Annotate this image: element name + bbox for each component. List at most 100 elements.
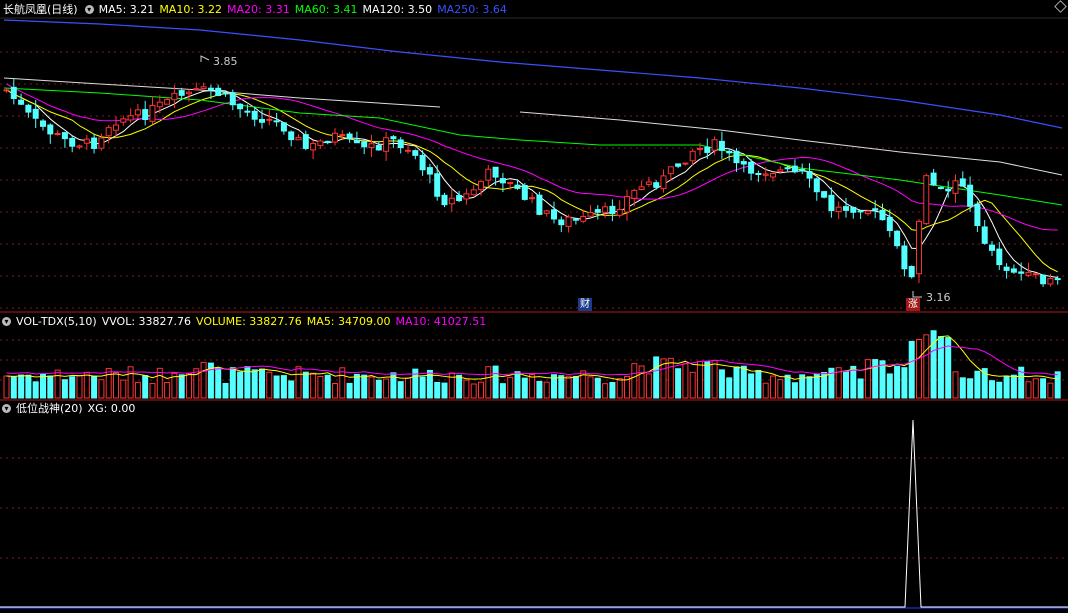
volume-bar[interactable] xyxy=(397,381,404,399)
candle[interactable] xyxy=(10,78,17,105)
volume-bar[interactable] xyxy=(616,378,623,399)
finance-badge[interactable]: 财 xyxy=(578,298,592,311)
candle[interactable] xyxy=(434,165,441,201)
candle[interactable] xyxy=(536,191,543,216)
candle[interactable] xyxy=(551,201,557,224)
volume-bar[interactable] xyxy=(704,360,711,399)
volume-bar[interactable] xyxy=(989,380,995,399)
candle[interactable] xyxy=(441,192,448,208)
candle[interactable] xyxy=(864,210,871,216)
candle[interactable] xyxy=(952,174,959,204)
volume-bar[interactable] xyxy=(857,378,864,399)
candle[interactable] xyxy=(850,206,857,219)
volume-bar[interactable] xyxy=(879,360,886,399)
volume-bar[interactable] xyxy=(485,366,492,399)
candle[interactable] xyxy=(813,177,820,201)
candle[interactable] xyxy=(616,200,623,218)
volume-bar[interactable] xyxy=(215,367,222,399)
candle[interactable] xyxy=(76,144,83,150)
volume-bar[interactable] xyxy=(806,376,813,399)
volume-bar[interactable] xyxy=(288,380,295,399)
volume-bar[interactable] xyxy=(850,365,857,399)
volume-bar[interactable] xyxy=(594,377,601,399)
volume-bar[interactable] xyxy=(733,366,740,399)
volume-bar[interactable] xyxy=(47,375,54,399)
candle[interactable] xyxy=(317,139,324,149)
volume-bar[interactable] xyxy=(120,379,127,399)
candle[interactable] xyxy=(295,134,302,141)
candle[interactable] xyxy=(142,100,149,126)
candle[interactable] xyxy=(609,199,616,222)
volume-bar[interactable] xyxy=(237,371,244,399)
volume-bar[interactable] xyxy=(178,374,185,399)
volume-bar[interactable] xyxy=(638,365,645,399)
candle[interactable] xyxy=(485,164,492,187)
candle[interactable] xyxy=(821,190,828,199)
volume-bar[interactable] xyxy=(54,369,61,399)
candle[interactable] xyxy=(61,131,68,148)
candle[interactable] xyxy=(448,188,455,212)
candle[interactable] xyxy=(974,201,981,232)
volume-bar[interactable] xyxy=(105,368,112,399)
volume-bar[interactable] xyxy=(259,368,265,399)
volume-bar[interactable] xyxy=(383,378,390,399)
candle[interactable] xyxy=(981,220,988,245)
volume-bar[interactable] xyxy=(149,383,156,399)
volume-bar[interactable] xyxy=(631,363,638,399)
candle[interactable] xyxy=(916,219,922,284)
candle[interactable] xyxy=(901,240,908,277)
candle[interactable] xyxy=(572,218,579,225)
volume-bar[interactable] xyxy=(317,375,324,399)
volume-bar[interactable] xyxy=(1054,371,1061,399)
volume-bar[interactable] xyxy=(134,381,141,399)
volume-bar[interactable] xyxy=(186,373,192,399)
candle[interactable] xyxy=(682,162,689,166)
volume-bar[interactable] xyxy=(689,371,696,399)
volume-bar[interactable] xyxy=(711,359,718,399)
candle[interactable] xyxy=(989,240,995,257)
volume-bar[interactable] xyxy=(675,368,682,399)
volume-bar[interactable] xyxy=(324,374,331,399)
volume-bar[interactable] xyxy=(266,371,273,399)
volume-bar[interactable] xyxy=(353,373,360,399)
volume-bar[interactable] xyxy=(514,371,521,399)
volume-bar[interactable] xyxy=(1040,378,1047,399)
candle[interactable] xyxy=(923,173,930,226)
volume-bar[interactable] xyxy=(558,375,565,399)
candle[interactable] xyxy=(543,209,550,217)
volume-bar[interactable] xyxy=(273,375,280,399)
volume-bar[interactable] xyxy=(1010,374,1017,399)
volume-bar[interactable] xyxy=(784,374,791,399)
candle[interactable] xyxy=(492,166,499,186)
candle[interactable] xyxy=(857,210,864,219)
volume-bar[interactable] xyxy=(908,340,915,399)
volume-bar[interactable] xyxy=(405,377,411,399)
volume-bar[interactable] xyxy=(302,371,309,399)
volume-bar[interactable] xyxy=(587,376,594,399)
volume-bar[interactable] xyxy=(470,383,477,399)
volume-bar[interactable] xyxy=(1047,382,1054,399)
candle[interactable] xyxy=(726,148,733,161)
volume-bar[interactable] xyxy=(697,361,703,399)
candle[interactable] xyxy=(1032,273,1039,279)
volume-bar[interactable] xyxy=(91,375,98,399)
volume-bar[interactable] xyxy=(653,356,660,399)
volume-bar[interactable] xyxy=(361,374,368,399)
volume-bar[interactable] xyxy=(295,366,302,399)
candle[interactable] xyxy=(346,131,353,143)
candle[interactable] xyxy=(879,203,886,221)
volume-bar[interactable] xyxy=(456,374,463,399)
volume-bar[interactable] xyxy=(770,375,776,399)
candle[interactable] xyxy=(164,97,171,105)
candle[interactable] xyxy=(594,205,601,220)
candle[interactable] xyxy=(383,131,390,161)
candle[interactable] xyxy=(835,201,842,220)
volume-bar[interactable] xyxy=(10,376,17,399)
volume-bar[interactable] xyxy=(718,369,725,399)
volume-bar[interactable] xyxy=(478,381,484,399)
volume-bar[interactable] xyxy=(507,376,514,399)
candle[interactable] xyxy=(463,188,470,205)
volume-bar[interactable] xyxy=(346,382,353,399)
volume-bar[interactable] xyxy=(441,382,448,399)
volume-bar[interactable] xyxy=(602,383,609,399)
